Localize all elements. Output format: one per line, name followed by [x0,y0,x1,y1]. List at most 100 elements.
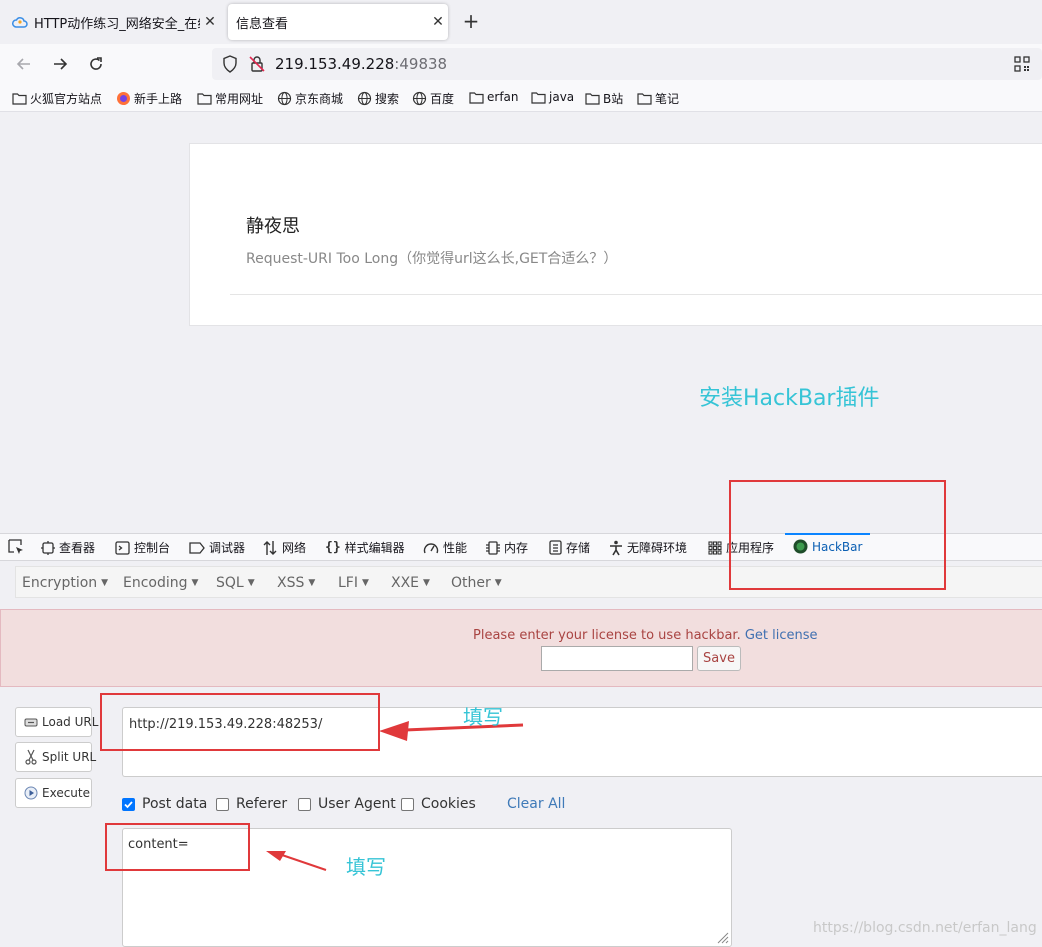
button-label: Split URL [42,750,97,764]
user-agent-checkbox[interactable]: User Agent [298,796,396,812]
menu-label: Encoding [123,575,188,591]
divider [230,294,1042,295]
bookmark-label: 新手上路 [134,92,183,106]
devtools-tab-network[interactable]: 网络 [262,539,306,556]
back-arrow-icon[interactable] [12,52,36,76]
bookmark-item[interactable]: erfan [469,90,519,104]
folder-icon [12,92,27,105]
button-label: Load URL [42,715,99,729]
bookmark-item[interactable]: 百度 [412,90,454,107]
load-url-icon [24,716,38,728]
bookmark-item[interactable]: 京东商城 [277,90,343,107]
devtools-tab-memory[interactable]: 内存 [486,539,528,556]
menu-encryption[interactable]: Encryption ▼ [22,575,108,591]
devtools-tab-accessibility[interactable]: 无障碍环境 [609,539,687,556]
license-key-input[interactable] [541,646,693,671]
clear-all-link[interactable]: Clear All [507,796,565,812]
menu-label: XSS [277,575,305,591]
bookmark-item[interactable]: 火狐官方站点 [12,90,102,107]
folder-icon [197,92,212,105]
devtools-tab-label: 内存 [504,541,529,555]
load-url-button[interactable]: Load URL [15,707,98,737]
browser-tab-info[interactable]: 信息查看 ✕ [228,4,448,40]
close-tab-icon[interactable]: ✕ [428,14,448,30]
devtools-tab-label: 查看器 [59,541,96,555]
devtools-tab-label: 调试器 [209,541,246,555]
save-license-button[interactable]: Save [697,646,741,671]
bookmark-label: 京东商城 [295,92,344,106]
annotation-box-hackbar-tab [729,480,946,590]
checkbox-label: Cookies [421,796,476,812]
menu-encoding[interactable]: Encoding ▼ [123,575,198,591]
globe-icon [357,91,372,106]
bookmark-label: java [549,90,575,104]
referer-checkbox[interactable]: Referer [216,796,287,812]
get-license-link[interactable]: Get license [745,628,818,643]
menu-sql[interactable]: SQL ▼ [216,575,255,591]
devtools-tab-console[interactable]: 控制台 [115,539,170,556]
caret-down-icon: ▼ [494,578,502,588]
checkbox-label: Post data [142,796,208,812]
bookmark-item[interactable]: java [531,90,574,104]
devtools-tab-performance[interactable]: 性能 [423,539,467,556]
license-text: Please enter your license to use hackbar… [473,628,741,643]
folder-icon [469,91,484,104]
new-tab-button[interactable]: + [460,10,482,32]
annotation-box-url [100,693,380,751]
shield-icon[interactable] [222,55,238,73]
menu-other[interactable]: Other ▼ [451,575,502,591]
bookmark-item[interactable]: 搜索 [357,90,399,107]
bookmark-item[interactable]: B站 [585,90,623,107]
bookmark-label: 火狐官方站点 [30,92,103,106]
forward-arrow-icon[interactable] [48,52,72,76]
cookies-checkbox[interactable]: Cookies [401,796,476,812]
console-icon [115,540,130,555]
split-url-button[interactable]: Split URL [15,742,96,772]
bookmark-label: 搜索 [375,92,400,106]
execute-button[interactable]: Execute [15,778,92,808]
menu-lfi[interactable]: LFI ▼ [338,575,369,591]
style-editor-icon: {} [325,540,341,555]
address-text[interactable]: 219.153.49.228:49838 [275,55,447,73]
globe-icon [277,91,292,106]
menu-xxe[interactable]: XXE ▼ [391,575,430,591]
bookmarks-toolbar: 火狐官方站点 新手上路 常用网址 京东商城 搜索 百度 erfan java B… [0,84,1042,112]
caret-down-icon: ▼ [247,578,255,588]
close-tab-icon[interactable]: ✕ [200,14,220,30]
checkbox-checked-icon [122,797,135,811]
caret-down-icon: ▼ [308,578,316,588]
qr-code-icon[interactable] [1014,56,1030,72]
checkbox-icon [401,797,414,811]
performance-icon [423,541,439,555]
resize-grip-icon[interactable] [715,930,729,944]
memory-icon [486,540,500,556]
menu-label: LFI [338,575,358,591]
address-port: :49838 [394,55,448,73]
globe-icon [412,91,427,106]
post-data-checkbox[interactable]: Post data [122,796,207,812]
devtools-tab-debugger[interactable]: 调试器 [189,539,245,556]
play-icon [24,786,38,800]
menu-label: SQL [216,575,244,591]
devtools-tab-style-editor[interactable]: {} 样式编辑器 [325,539,405,556]
address-bar[interactable]: 219.153.49.228:49838 [212,48,1042,80]
browser-tab-http[interactable]: HTTP动作练习_网络安全_在线 ✕ [8,4,220,40]
bookmark-label: B站 [603,92,624,106]
devtools-tab-label: 无障碍环境 [627,541,688,555]
bookmark-item[interactable]: 常用网址 [197,90,263,107]
page-title: 静夜思 [246,216,300,237]
folder-icon [585,92,600,105]
page-subtitle: Request-URI Too Long（你觉得url这么长,GET合适么？） [246,251,618,267]
annotation-arrow-post [266,851,327,871]
element-picker-icon[interactable] [8,539,24,555]
info-card: 静夜思 Request-URI Too Long（你觉得url这么长,GET合适… [189,143,1042,326]
page-content: 静夜思 Request-URI Too Long（你觉得url这么长,GET合适… [0,113,1042,533]
bookmark-item[interactable]: 笔记 [637,90,679,107]
menu-xss[interactable]: XSS ▼ [277,575,315,591]
bookmark-item[interactable]: 新手上路 [116,90,182,107]
application-icon [708,540,722,555]
devtools-tab-storage[interactable]: 存储 [549,539,590,556]
insecure-lock-icon[interactable] [249,55,265,73]
devtools-tab-inspector[interactable]: 查看器 [41,539,95,556]
reload-icon[interactable] [84,52,108,76]
